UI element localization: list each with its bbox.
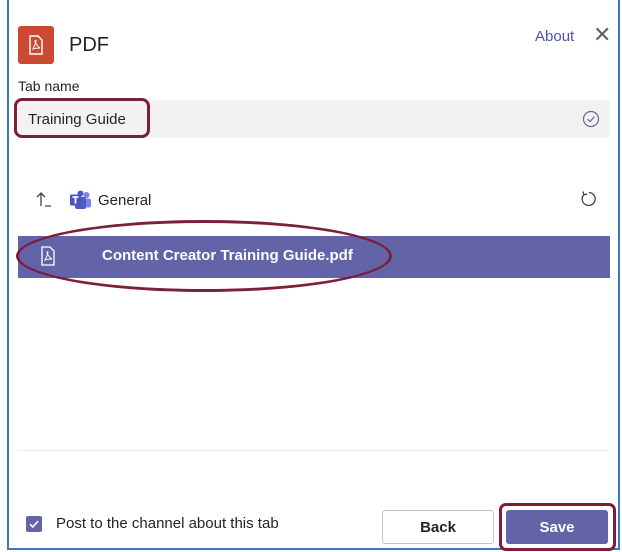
back-button[interactable]: Back bbox=[382, 510, 494, 544]
breadcrumb-general[interactable]: General bbox=[98, 192, 151, 209]
up-arrow-icon[interactable] bbox=[36, 190, 52, 208]
divider bbox=[18, 450, 610, 451]
check-circle-icon bbox=[582, 110, 600, 128]
pdf-icon bbox=[29, 35, 43, 55]
app-title: PDF bbox=[69, 34, 109, 56]
tab-name-input[interactable] bbox=[28, 100, 568, 138]
save-button[interactable]: Save bbox=[506, 510, 608, 544]
tab-name-field bbox=[18, 100, 610, 138]
post-to-channel-checkbox[interactable] bbox=[26, 516, 42, 532]
tab-name-label: Tab name bbox=[18, 78, 80, 94]
about-link[interactable]: About bbox=[535, 28, 574, 45]
file-row-selected[interactable]: Content Creator Training Guide.pdf bbox=[18, 236, 610, 278]
refresh-icon[interactable] bbox=[580, 190, 598, 208]
post-to-channel-label: Post to the channel about this tab bbox=[56, 515, 279, 532]
file-name: Content Creator Training Guide.pdf bbox=[102, 247, 353, 264]
checkmark-icon bbox=[29, 520, 39, 529]
teams-icon bbox=[70, 190, 91, 209]
close-icon[interactable]: ✕ bbox=[593, 22, 611, 48]
pdf-file-icon bbox=[41, 246, 55, 266]
pdf-app-icon bbox=[18, 26, 54, 64]
